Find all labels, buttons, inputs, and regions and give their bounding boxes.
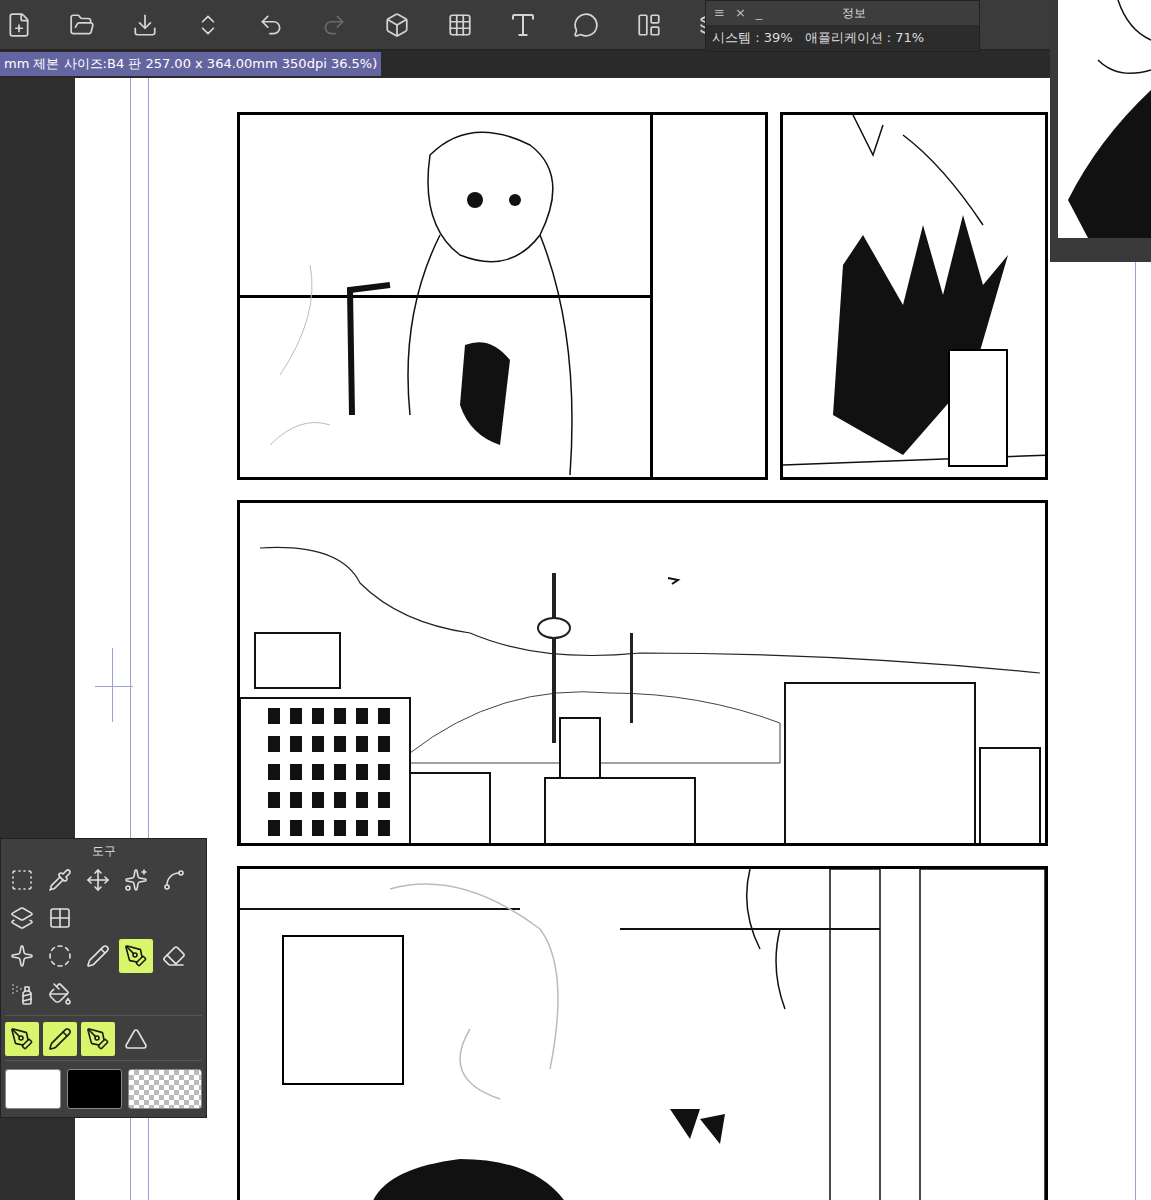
- city-skyline-icon: [240, 503, 1045, 843]
- color-swatch[interactable]: [67, 1069, 123, 1109]
- tool-icon: [10, 1027, 34, 1051]
- tool-row: [5, 901, 202, 935]
- tool-icon: [48, 1027, 72, 1051]
- tool-button[interactable]: [5, 939, 39, 973]
- comic-panel: [237, 112, 768, 480]
- toolbar-button[interactable]: [319, 10, 349, 40]
- tool-button[interactable]: [43, 901, 77, 935]
- tool-icon: [48, 944, 72, 968]
- tool-icon: [10, 982, 34, 1006]
- info-panel-title: 정보: [842, 4, 866, 22]
- comic-panel: [237, 866, 1048, 1200]
- transform-icon: [384, 12, 410, 38]
- canvas[interactable]: [75, 78, 1151, 1200]
- application-usage: 애플리케이션 : 71%: [805, 28, 925, 48]
- tool-icon: [48, 906, 72, 930]
- tool-icon: [86, 944, 110, 968]
- toolbar-button[interactable]: [4, 10, 34, 40]
- tool-button[interactable]: [81, 1022, 115, 1056]
- color-swatches: [5, 1060, 202, 1111]
- tool-button[interactable]: [119, 939, 153, 973]
- system-usage: 시스템 : 39%: [712, 28, 793, 48]
- tool-icon: [48, 982, 72, 1006]
- toolbar-button[interactable]: [67, 10, 97, 40]
- hand-drawing-icon: [783, 115, 1048, 480]
- tool-icon: [86, 868, 110, 892]
- panel-control-button[interactable]: ≡: [714, 3, 725, 23]
- tool-icon: [10, 868, 34, 892]
- redo-icon: [321, 12, 347, 38]
- tool-button[interactable]: [157, 863, 191, 897]
- tool-button[interactable]: [119, 1022, 153, 1056]
- tool-icon: [124, 1027, 148, 1051]
- crop-mark: [95, 686, 133, 687]
- toolbar-button[interactable]: [382, 10, 412, 40]
- new-file-icon: [6, 12, 32, 38]
- info-panel: ≡ × _ 정보시스템 : 39% 애플리케이션 : 71%: [705, 0, 980, 52]
- tool-palette: 도구: [0, 838, 207, 1118]
- tool-button[interactable]: [43, 863, 77, 897]
- toolbar-button[interactable]: [130, 10, 160, 40]
- preview-art-icon: [1058, 0, 1151, 238]
- document-tab[interactable]: mm 제본 사이즈:B4 판 257.00 x 364.00mm 350dpi …: [0, 52, 381, 76]
- tool-button[interactable]: [119, 863, 153, 897]
- info-panel-header: ≡ × _ 정보: [706, 1, 979, 25]
- comic-panel: [237, 500, 1048, 846]
- navigator-window: [1050, 0, 1151, 262]
- comic-panel: [780, 112, 1048, 480]
- toolbar-button[interactable]: [634, 10, 664, 40]
- tool-palette-title: 도구: [1, 839, 206, 863]
- tool-button[interactable]: [81, 863, 115, 897]
- toolbar-button[interactable]: [193, 10, 223, 40]
- toolbar-button[interactable]: [445, 10, 475, 40]
- tool-button[interactable]: [157, 939, 191, 973]
- character-drawing-icon: [240, 115, 768, 480]
- tool-row: [5, 1015, 202, 1056]
- tool-row: [5, 863, 202, 897]
- save-icon: [132, 12, 158, 38]
- toolbar-button[interactable]: [571, 10, 601, 40]
- speech-box: [282, 935, 404, 1085]
- document-tab-bar: mm 제본 사이즈:B4 판 257.00 x 364.00mm 350dpi …: [0, 50, 1151, 78]
- tool-icon: [10, 906, 34, 930]
- navigator-preview: [1058, 0, 1151, 238]
- color-swatch[interactable]: [128, 1069, 202, 1109]
- toolbar-button[interactable]: [508, 10, 538, 40]
- tool-button[interactable]: [5, 863, 39, 897]
- text-tool-icon: [508, 10, 538, 40]
- tool-icon: [162, 868, 186, 892]
- app-window: mm 제본 사이즈:B4 판 257.00 x 364.00mm 350dpi …: [0, 0, 1151, 1200]
- speech-box: [948, 349, 1008, 467]
- panel-control-button[interactable]: ×: [735, 3, 746, 23]
- color-swatch[interactable]: [5, 1069, 61, 1109]
- panel-control-button[interactable]: _: [756, 3, 763, 23]
- tool-button[interactable]: [43, 939, 77, 973]
- crop-mark: [112, 648, 113, 722]
- balloon-icon: [573, 12, 599, 38]
- tool-icon: [10, 944, 34, 968]
- tool-icon: [124, 944, 148, 968]
- frame-icon: [636, 12, 662, 38]
- tool-icon: [162, 944, 186, 968]
- tool-button[interactable]: [5, 1022, 39, 1056]
- tool-icon: [86, 1027, 110, 1051]
- tool-row: [5, 939, 202, 973]
- tool-button[interactable]: [43, 977, 77, 1011]
- open-file-icon: [69, 12, 95, 38]
- info-panel-content: 시스템 : 39% 애플리케이션 : 71%: [706, 25, 979, 51]
- stepper-icon: [195, 12, 221, 38]
- undo-icon: [258, 12, 284, 38]
- tool-icon: [48, 868, 72, 892]
- tool-row: [5, 977, 202, 1011]
- tool-button[interactable]: [43, 1022, 77, 1056]
- toolbar-button[interactable]: [256, 10, 286, 40]
- tool-button[interactable]: [81, 939, 115, 973]
- tool-button[interactable]: [5, 901, 39, 935]
- tool-icon: [124, 868, 148, 892]
- tool-button[interactable]: [5, 977, 39, 1011]
- grid-icon: [447, 12, 473, 38]
